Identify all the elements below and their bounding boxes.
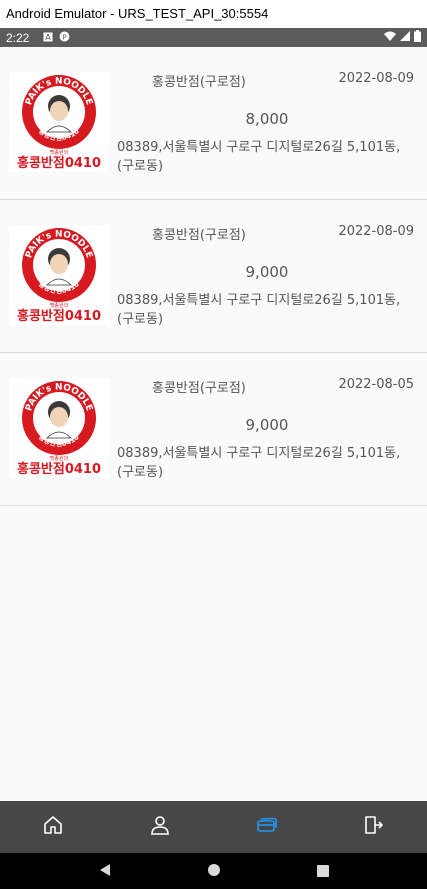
home-button[interactable]: [199, 856, 229, 886]
order-card[interactable]: PAIK's NOODLE 홍콩반점0410 백종원의 홍콩반점0410 홍콩반…: [0, 353, 427, 506]
signal-icon: [400, 30, 410, 45]
store-logo: PAIK's NOODLE 홍콩반점0410 백종원의 홍콩반점0410: [9, 378, 109, 478]
home-circle-icon: [207, 862, 221, 881]
store-name: 홍콩반점(구로점): [152, 75, 246, 90]
back-button[interactable]: [90, 856, 120, 886]
wifi-icon: [384, 31, 396, 45]
nav-profile-button[interactable]: [140, 807, 180, 847]
nav-logout-button[interactable]: [354, 807, 394, 847]
nav-home-button[interactable]: [33, 807, 73, 847]
svg-text:백종원의: 백종원의: [50, 455, 68, 462]
nav-orders-button[interactable]: [247, 807, 287, 847]
store-name: 홍콩반점(구로점): [152, 228, 246, 243]
recents-button[interactable]: [308, 856, 338, 886]
recents-square-icon: [316, 862, 329, 881]
home-icon: [43, 815, 63, 839]
order-price: 9,000: [245, 416, 289, 434]
order-list: PAIK's NOODLE 홍콩반점0410 백종원의 홍콩반점0410 홍콩반…: [0, 47, 427, 506]
logout-icon: [364, 815, 384, 839]
status-time: 2:22: [6, 30, 30, 45]
store-address: 08389,서울특별시 구로구 디지털로26길 5,101동,(구로동): [117, 293, 401, 327]
order-price: 9,000: [245, 263, 289, 281]
order-date: 2022-08-09: [338, 224, 414, 239]
store-name: 홍콩반점(구로점): [152, 381, 246, 396]
bottom-nav: [0, 801, 427, 853]
order-card[interactable]: PAIK's NOODLE 홍콩반점0410 백종원의 홍콩반점0410 홍콩반…: [0, 47, 427, 200]
app-frame: Android Emulator - URS_TEST_API_30:5554 …: [0, 0, 427, 889]
svg-text:P: P: [63, 33, 67, 41]
battery-icon: [414, 30, 421, 45]
card-icon: [257, 817, 277, 837]
person-icon: [150, 815, 170, 839]
system-nav-bar: [0, 853, 427, 889]
store-logo: PAIK's NOODLE 홍콩반점0410 백종원의 홍콩반점0410: [9, 225, 109, 325]
store-address: 08389,서울특별시 구로구 디지털로26길 5,101동,(구로동): [117, 140, 401, 174]
svg-text:백종원의: 백종원의: [50, 302, 68, 309]
order-date: 2022-08-05: [338, 377, 414, 392]
order-card[interactable]: PAIK's NOODLE 홍콩반점0410 백종원의 홍콩반점0410 홍콩반…: [0, 200, 427, 353]
svg-text:홍콩반점0410: 홍콩반점0410: [17, 461, 101, 477]
svg-text:홍콩반점0410: 홍콩반점0410: [17, 308, 101, 324]
svg-text:A: A: [46, 33, 52, 42]
svg-text:홍콩반점0410: 홍콩반점0410: [17, 155, 101, 171]
store-logo: PAIK's NOODLE 홍콩반점0410 백종원의 홍콩반점0410: [9, 72, 109, 172]
order-date: 2022-08-09: [338, 71, 414, 86]
a-icon: A: [43, 31, 53, 45]
store-address: 08389,서울특별시 구로구 디지털로26길 5,101동,(구로동): [117, 446, 401, 480]
p-icon: P: [59, 31, 70, 45]
status-bar: 2:22 A P: [0, 28, 427, 47]
back-triangle-icon: [99, 862, 111, 881]
svg-text:백종원의: 백종원의: [50, 149, 68, 156]
window-title: Android Emulator - URS_TEST_API_30:5554: [0, 0, 427, 28]
order-price: 8,000: [245, 110, 289, 128]
